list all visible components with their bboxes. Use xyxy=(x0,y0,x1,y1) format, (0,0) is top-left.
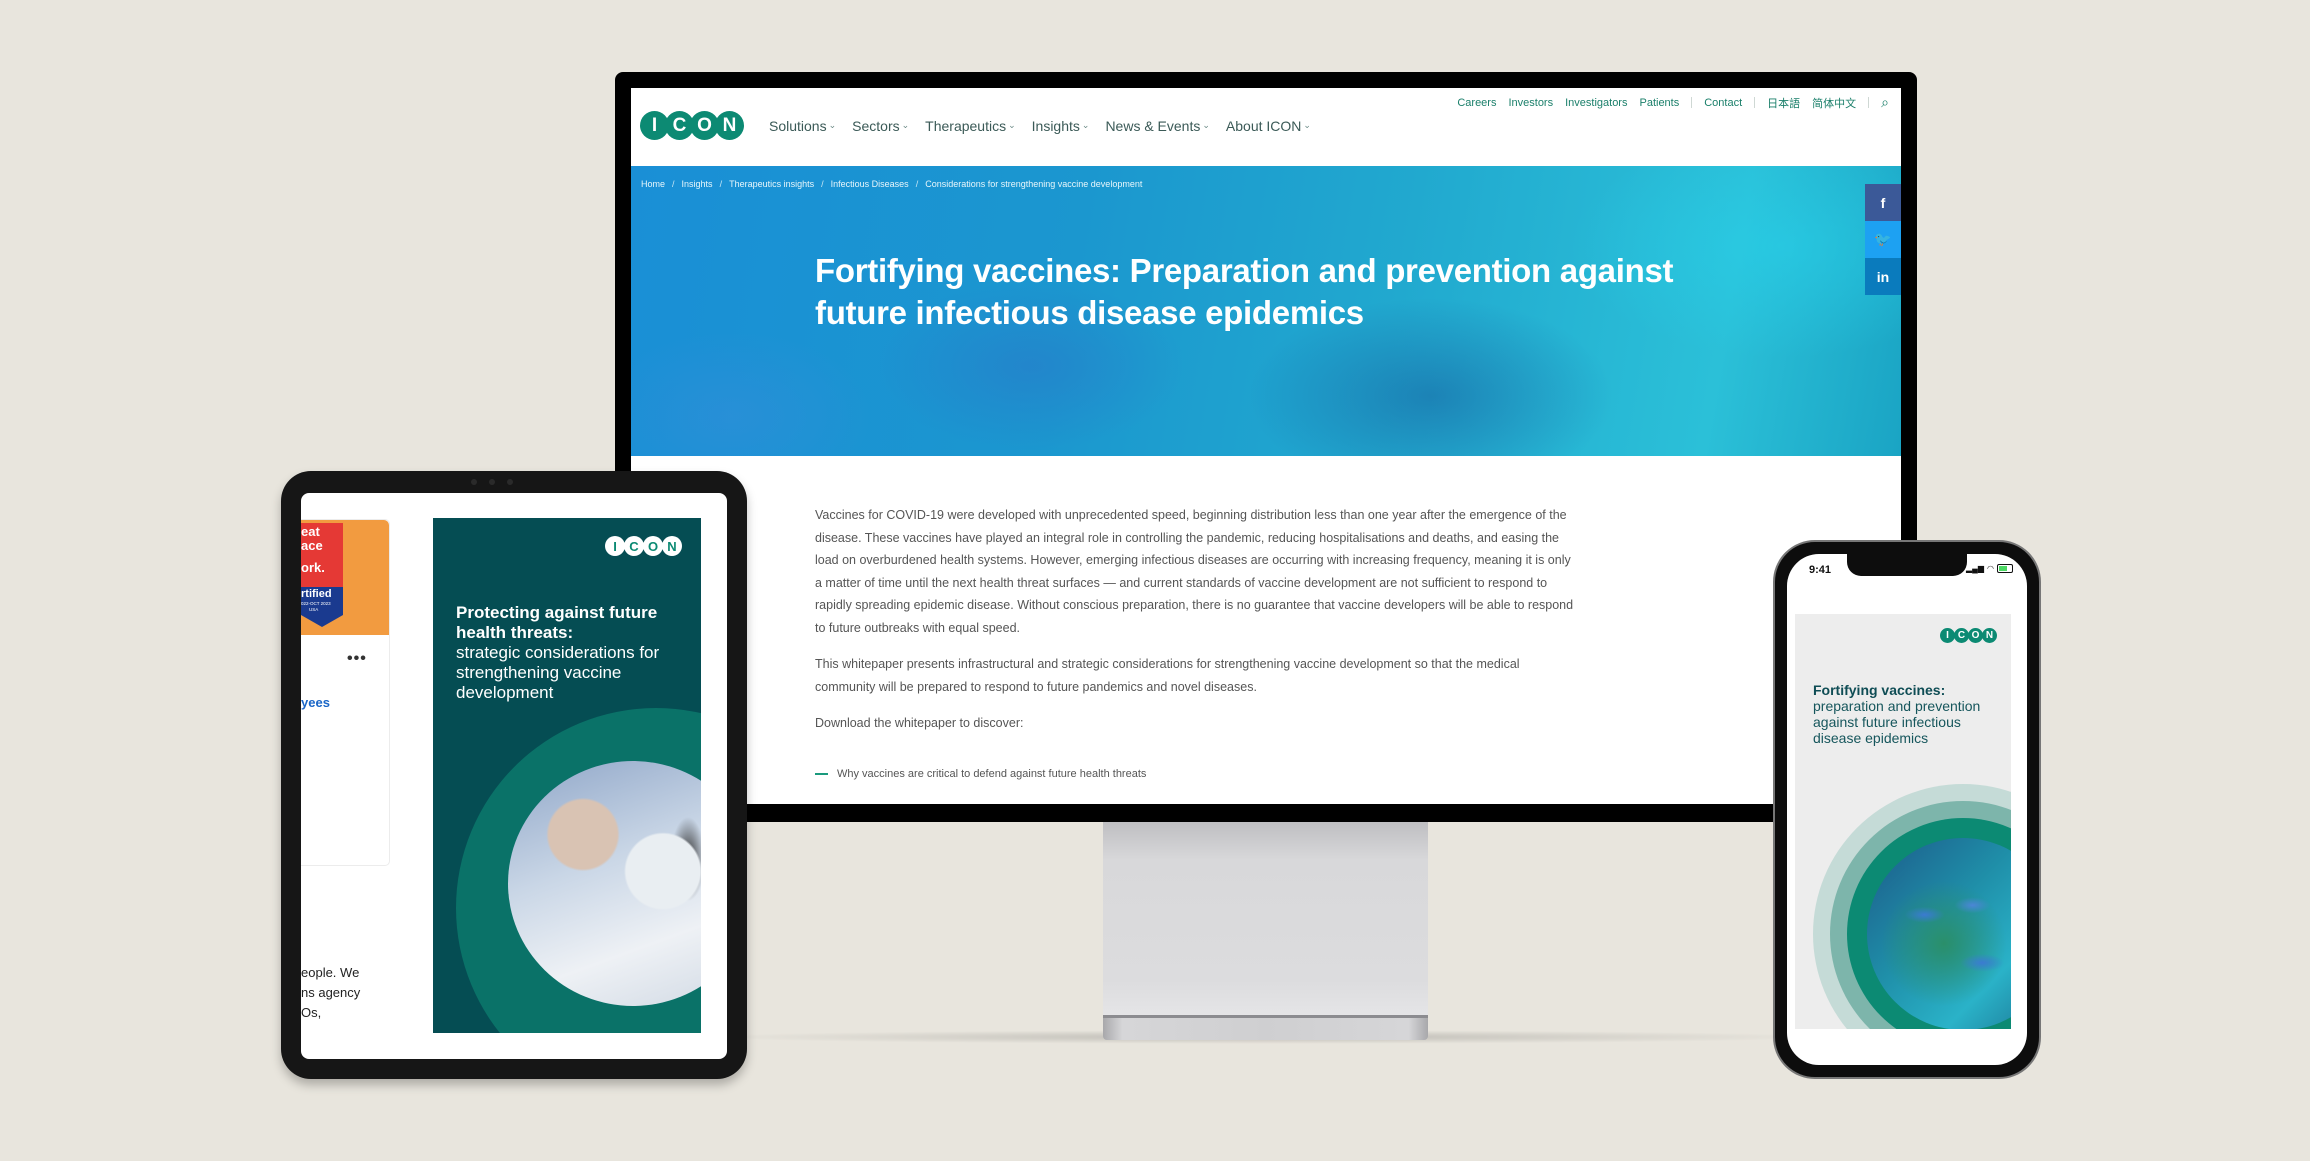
monitor-screen: Careers Investors Investigators Patients… xyxy=(631,88,1901,804)
logo-letter: N xyxy=(1982,628,1997,643)
text-line: eople. We xyxy=(301,965,360,980)
whitepaper-cover[interactable]: I C O N Protecting against future health… xyxy=(433,518,701,1033)
logo-letter: I xyxy=(641,112,668,139)
breadcrumb-therapeutics-insights[interactable]: Therapeutics insights xyxy=(729,179,814,189)
whitepaper-cover[interactable]: I C O N Fortifying vaccines: preparation… xyxy=(1795,614,2011,1029)
logo-letter: N xyxy=(716,112,743,139)
certified-badge: eat ace ork. rtified 022-OCT 2023 USA xyxy=(301,523,343,631)
nav-sectors[interactable]: Sectors xyxy=(852,118,909,134)
badge-bottom: rtified 022-OCT 2023 USA xyxy=(301,587,343,627)
breadcrumb: Home / Insights / Therapeutics insights … xyxy=(641,179,1142,189)
search-icon[interactable]: ⌕ xyxy=(1881,94,1889,111)
logo-letter: O xyxy=(1968,628,1983,643)
badge-text: ork. xyxy=(301,560,325,575)
status-icons: ▂▄▆ ◠ xyxy=(1966,564,2013,573)
signal-icon: ▂▄▆ xyxy=(1966,564,1985,573)
desktop-monitor: Careers Investors Investigators Patients… xyxy=(615,72,1917,822)
badge-top: eat ace ork. xyxy=(301,523,343,589)
logo-letter: C xyxy=(666,112,693,139)
logo-letter: O xyxy=(691,112,718,139)
bullet-text: Why vaccines are critical to defend agai… xyxy=(837,767,1147,780)
main-nav: Solutions Sectors Therapeutics Insights … xyxy=(769,118,1311,134)
badge-text: ace xyxy=(301,538,323,553)
breadcrumb-infectious-diseases[interactable]: Infectious Diseases xyxy=(831,179,909,189)
nav-about-icon[interactable]: About ICON xyxy=(1226,118,1311,134)
phone-screen: 9:41 ▂▄▆ ◠ I C O N Fortifying vaccines: … xyxy=(1787,554,2027,1065)
title-rest: preparation and prevention against futur… xyxy=(1813,698,1981,746)
bullet-item: Why vaccines are critical to defend agai… xyxy=(815,763,1575,786)
icon-logo: I C O N xyxy=(605,536,682,556)
status-time: 9:41 xyxy=(1809,564,1832,576)
social-share-bar: f 🐦 in xyxy=(1865,184,1901,295)
article-paragraph: This whitepaper presents infrastructural… xyxy=(815,657,1520,694)
camera-icon xyxy=(471,479,513,485)
breadcrumb-separator: / xyxy=(915,179,919,189)
divider xyxy=(1754,97,1756,108)
icon-logo[interactable]: I C O N xyxy=(641,112,743,139)
monitor-stand xyxy=(1103,820,1428,1020)
utility-link-contact[interactable]: Contact xyxy=(1704,97,1742,109)
whitepaper-title: Fortifying vaccines: preparation and pre… xyxy=(1813,682,2003,746)
phone-notch xyxy=(1847,554,1967,576)
logo-letter: N xyxy=(662,536,682,556)
logo-letter: O xyxy=(643,536,663,556)
logo-letter: I xyxy=(605,536,625,556)
logo-letter: I xyxy=(1940,628,1955,643)
badge-text: rtified xyxy=(301,588,332,600)
linkedin-icon[interactable]: in xyxy=(1865,258,1901,295)
hero-banner: Home / Insights / Therapeutics insights … xyxy=(631,166,1901,456)
article-paragraph: Download the whitepaper to discover: xyxy=(815,716,1024,730)
breadcrumb-separator: / xyxy=(719,179,723,189)
logo-letter: C xyxy=(1954,628,1969,643)
tablet-screen: eat ace ork. rtified 022-OCT 2023 USA ••… xyxy=(301,493,727,1059)
breadcrumb-separator: / xyxy=(821,179,824,189)
nav-insights[interactable]: Insights xyxy=(1032,118,1090,134)
breadcrumb-home[interactable]: Home xyxy=(641,179,665,189)
more-options-icon[interactable]: ••• xyxy=(347,650,367,668)
great-place-to-work-card[interactable]: eat ace ork. rtified 022-OCT 2023 USA ••… xyxy=(301,519,390,866)
badge-text: eat xyxy=(301,524,320,539)
utility-nav: Careers Investors Investigators Patients… xyxy=(1457,94,1889,111)
logo-letter: C xyxy=(624,536,644,556)
tablet-device: eat ace ork. rtified 022-OCT 2023 USA ••… xyxy=(281,471,747,1079)
divider xyxy=(1691,97,1693,108)
badge-country: USA xyxy=(309,607,319,612)
nav-news-events[interactable]: News & Events xyxy=(1105,118,1209,134)
whitepaper-title: Protecting against future health threats… xyxy=(456,603,686,703)
nav-solutions[interactable]: Solutions xyxy=(769,118,836,134)
utility-link-patients[interactable]: Patients xyxy=(1639,97,1679,109)
breadcrumb-separator: / xyxy=(672,179,675,189)
battery-icon xyxy=(1997,564,2013,573)
nav-therapeutics[interactable]: Therapeutics xyxy=(925,118,1015,134)
breadcrumb-insights[interactable]: Insights xyxy=(682,179,713,189)
text-line: Os, xyxy=(301,1005,322,1020)
wifi-icon: ◠ xyxy=(1987,564,1994,573)
divider xyxy=(1868,97,1870,108)
utility-link-careers[interactable]: Careers xyxy=(1457,97,1496,109)
language-chinese[interactable]: 简体中文 xyxy=(1812,95,1856,111)
title-bold: Protecting against future health threats… xyxy=(456,603,658,642)
body-text: eople. We ns agency Os, xyxy=(301,963,360,1023)
utility-link-investigators[interactable]: Investigators xyxy=(1565,97,1627,109)
text-line: ns agency xyxy=(301,985,361,1000)
phone-device: 9:41 ▂▄▆ ◠ I C O N Fortifying vaccines: … xyxy=(1773,540,2041,1079)
employees-link[interactable]: yees xyxy=(301,695,330,710)
card-image: eat ace ork. rtified 022-OCT 2023 USA xyxy=(301,520,389,635)
language-japanese[interactable]: 日本語 xyxy=(1767,95,1800,111)
monitor-stand-base xyxy=(1103,1015,1428,1040)
icon-logo: I C O N xyxy=(1940,628,1997,643)
facebook-icon[interactable]: f xyxy=(1865,184,1901,221)
dash-icon xyxy=(815,772,828,775)
twitter-icon[interactable]: 🐦 xyxy=(1865,221,1901,258)
utility-link-investors[interactable]: Investors xyxy=(1508,97,1553,109)
site-header: Careers Investors Investigators Patients… xyxy=(631,88,1901,166)
article-body: Vaccines for COVID-19 were developed wit… xyxy=(815,504,1575,785)
title-bold: Fortifying vaccines: xyxy=(1813,682,1946,698)
title-rest: strategic considerations for strengtheni… xyxy=(456,643,660,702)
breadcrumb-current: Considerations for strengthening vaccine… xyxy=(925,179,1143,189)
article-paragraph: Vaccines for COVID-19 were developed wit… xyxy=(815,508,1574,635)
page-title: Fortifying vaccines: Preparation and pre… xyxy=(815,252,1674,332)
